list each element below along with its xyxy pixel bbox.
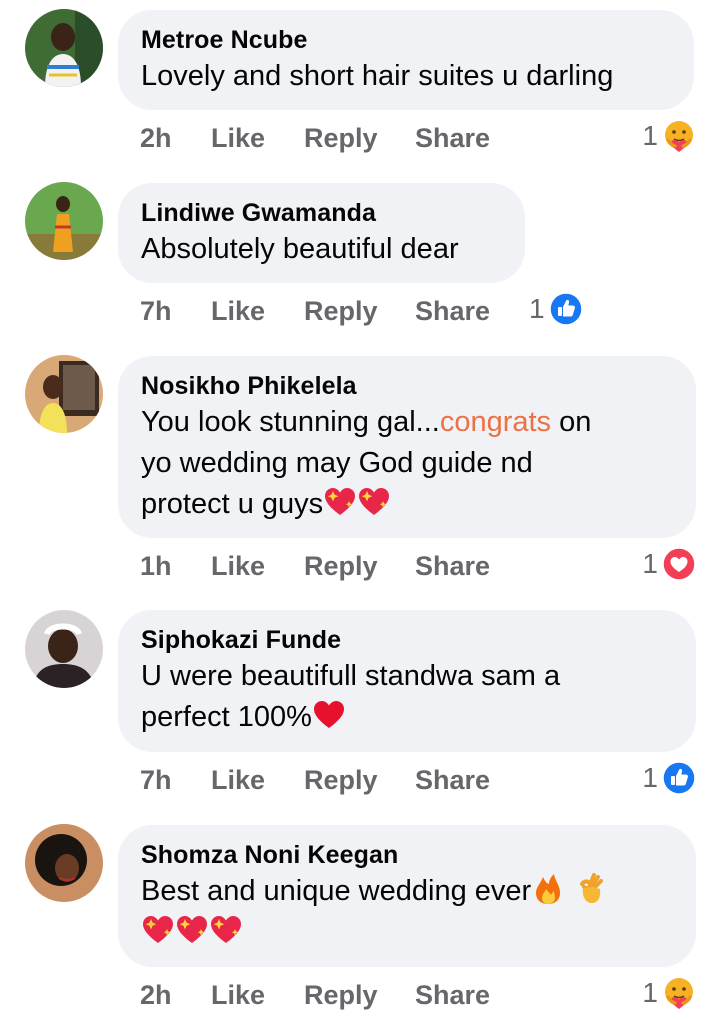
comment-time[interactable]: 7h: [140, 296, 172, 327]
comment-text-line: perfect 100%: [141, 697, 672, 738]
reaction-count: 1: [642, 548, 658, 579]
avatar-shomza-noni-keegan[interactable]: [25, 824, 103, 902]
reply-button[interactable]: Reply: [304, 551, 378, 582]
fire-icon: [531, 872, 565, 906]
hashtag-link[interactable]: congrats: [440, 406, 551, 438]
sparkling-heart-icon: [323, 485, 357, 519]
comment-actions: 2h Like Reply Share 1: [140, 119, 696, 159]
care-reaction-icon: [662, 976, 696, 1010]
share-button[interactable]: Share: [415, 765, 490, 796]
share-button[interactable]: Share: [415, 551, 490, 582]
reply-button[interactable]: Reply: [304, 123, 378, 154]
comment-text-line: [141, 912, 672, 953]
avatar-lindiwe-gwamanda[interactable]: [25, 182, 103, 260]
comment-text-line: Best and unique wedding ever: [141, 871, 672, 912]
reaction-count: 1: [529, 293, 545, 324]
reaction-summary[interactable]: 1: [642, 976, 696, 1010]
sparkling-heart-icon: [175, 913, 209, 947]
comment-bubble[interactable]: Shomza Noni Keegan Best and unique weddi…: [118, 825, 696, 967]
comment-text: You look stunning gal...congrats on: [141, 402, 672, 443]
comment-time[interactable]: 2h: [140, 980, 172, 1011]
avatar-nosikho-phikelela[interactable]: [25, 355, 103, 433]
reaction-summary[interactable]: 1: [529, 292, 583, 326]
ok-hand-icon: [573, 872, 607, 906]
comment-actions: 1h Like Reply Share 1: [140, 547, 696, 587]
avatar-photo: [25, 355, 103, 433]
sparkling-heart-icon: [357, 485, 391, 519]
reaction-summary[interactable]: 1: [642, 119, 696, 153]
reply-button[interactable]: Reply: [304, 296, 378, 327]
share-button[interactable]: Share: [415, 123, 490, 154]
like-button[interactable]: Like: [211, 123, 265, 154]
comment-actions: 7h Like Reply Share 1: [140, 761, 696, 801]
sparkling-heart-icon: [209, 913, 243, 947]
comment-author[interactable]: Siphokazi Funde: [141, 624, 672, 656]
comment-bubble[interactable]: Metroe Ncube Lovely and short hair suite…: [118, 10, 694, 110]
avatar-photo: [25, 9, 103, 87]
comment-text-line: protect u guys: [141, 484, 672, 525]
comment-text-part: on: [551, 406, 592, 438]
avatar-metroe-ncube[interactable]: [25, 9, 103, 87]
comment-author[interactable]: Metroe Ncube: [141, 24, 670, 56]
comment-author[interactable]: Nosikho Phikelela: [141, 370, 672, 402]
like-reaction-icon: [549, 292, 583, 326]
share-button[interactable]: Share: [415, 980, 490, 1011]
like-button[interactable]: Like: [211, 551, 265, 582]
comment-author[interactable]: Lindiwe Gwamanda: [141, 197, 501, 229]
comment-time[interactable]: 1h: [140, 551, 172, 582]
reaction-count: 1: [642, 762, 658, 793]
like-button[interactable]: Like: [211, 765, 265, 796]
comment-bubble[interactable]: Lindiwe Gwamanda Absolutely beautiful de…: [118, 183, 525, 283]
reaction-summary[interactable]: 1: [642, 761, 696, 795]
avatar-siphokazi-funde[interactable]: [25, 610, 103, 688]
share-button[interactable]: Share: [415, 296, 490, 327]
like-button[interactable]: Like: [211, 296, 265, 327]
comment-author[interactable]: Shomza Noni Keegan: [141, 839, 672, 871]
comment-actions: 2h Like Reply Share 1: [140, 976, 696, 1016]
reply-button[interactable]: Reply: [304, 765, 378, 796]
like-button[interactable]: Like: [211, 980, 265, 1011]
red-heart-icon: [312, 698, 346, 732]
reaction-summary[interactable]: 1: [642, 547, 696, 581]
comment-text-part: Best and unique wedding ever: [141, 875, 532, 907]
comment-bubble[interactable]: Nosikho Phikelela You look stunning gal.…: [118, 356, 696, 538]
care-reaction-icon: [662, 119, 696, 153]
avatar-photo: [25, 824, 103, 902]
comment-text-part: perfect 100%: [141, 701, 312, 733]
avatar-photo: [25, 182, 103, 260]
comment-time[interactable]: 7h: [140, 765, 172, 796]
comment-bubble[interactable]: Siphokazi Funde U were beautifull standw…: [118, 610, 696, 752]
reaction-count: 1: [642, 977, 658, 1008]
comment-text-line: U were beautifull standwa sam a: [141, 660, 561, 692]
comment-text: Absolutely beautiful dear: [141, 233, 459, 265]
comment-time[interactable]: 2h: [140, 123, 172, 154]
reaction-count: 1: [642, 120, 658, 151]
sparkling-heart-icon: [141, 913, 175, 947]
comment-text: Lovely and short hair suites u darling: [141, 60, 614, 92]
comment-text-part: You look stunning gal...: [141, 406, 440, 438]
reply-button[interactable]: Reply: [304, 980, 378, 1011]
love-reaction-icon: [662, 547, 696, 581]
avatar-photo: [25, 610, 103, 688]
like-reaction-icon: [662, 761, 696, 795]
comment-text-part: protect u guys: [141, 488, 324, 520]
comment-text-line: yo wedding may God guide nd: [141, 447, 533, 479]
comment-actions: 7h Like Reply Share 1: [140, 292, 696, 332]
